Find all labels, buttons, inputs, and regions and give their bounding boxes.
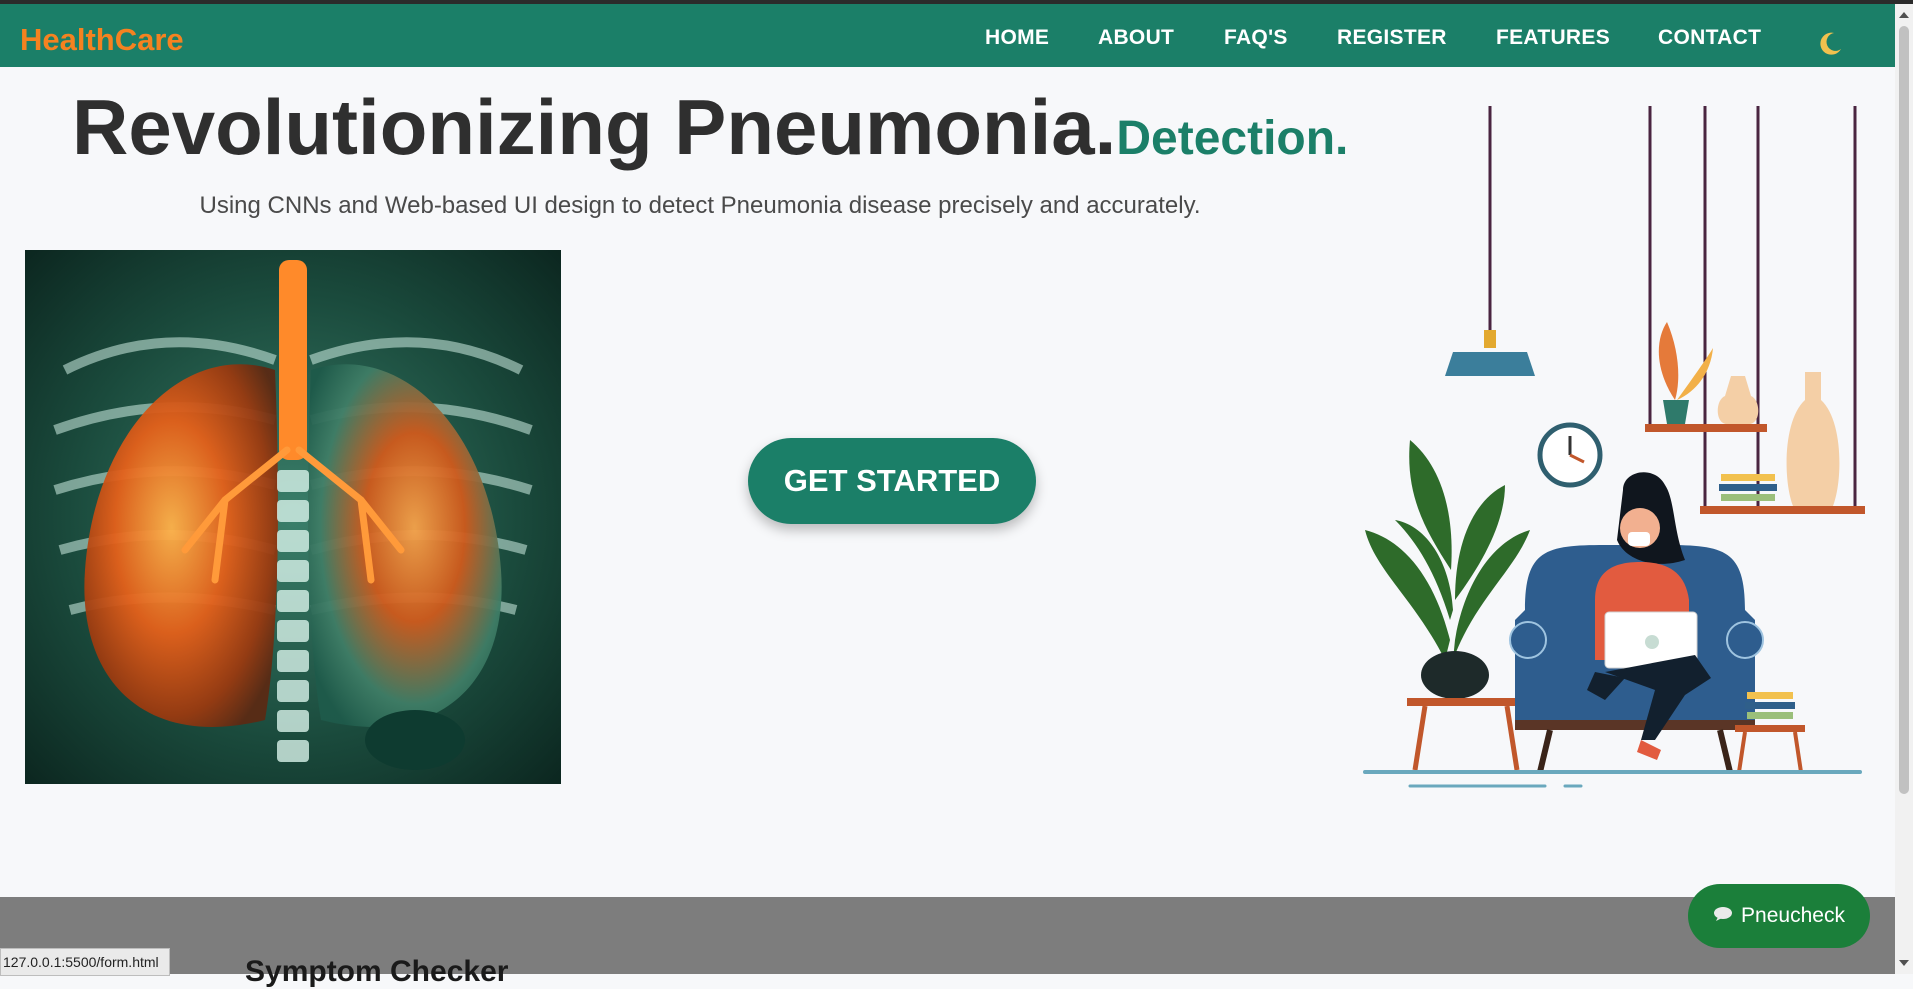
nav-item-about[interactable]: ABOUT (1098, 26, 1174, 50)
moon-icon[interactable] (1815, 29, 1845, 59)
nav-item-faqs[interactable]: FAQ'S (1224, 26, 1288, 50)
nav-item-features[interactable]: FEATURES (1496, 26, 1610, 50)
brand-logo[interactable]: HealthCare (20, 22, 184, 58)
lungs-xray-image (25, 250, 561, 784)
symptom-checker-section: Symptom Checker (0, 897, 1895, 988)
hero-title-accent: Detection. (1116, 112, 1349, 165)
scroll-up-arrow-icon[interactable] (1899, 12, 1909, 18)
nav-item-register[interactable]: REGISTER (1337, 26, 1447, 50)
hero-subtitle: Using CNNs and Web-based UI design to de… (199, 192, 1201, 219)
chat-button-label: Pneucheck (1741, 904, 1845, 927)
navbar: HealthCare HOME ABOUT FAQ'S REGISTER FEA… (0, 4, 1895, 67)
status-bar-url: 127.0.0.1:5500/form.html (0, 948, 170, 976)
hero-title: Revolutionizing Pneumonia.Detection. (72, 82, 1348, 173)
get-started-button[interactable]: GET STARTED (748, 438, 1036, 524)
nav-item-contact[interactable]: CONTACT (1658, 26, 1761, 50)
chat-bubble-icon (1713, 904, 1733, 928)
hero-title-main: Revolutionizing Pneumonia. (72, 83, 1117, 171)
page-scrollbar[interactable] (1895, 4, 1913, 974)
chat-button[interactable]: Pneucheck (1688, 884, 1870, 948)
scrollbar-thumb[interactable] (1899, 26, 1909, 794)
scroll-down-arrow-icon[interactable] (1899, 960, 1909, 966)
nav-item-home[interactable]: HOME (985, 26, 1049, 50)
symptom-checker-heading: Symptom Checker (245, 955, 509, 988)
woman-with-laptop-illustration (1355, 100, 1875, 800)
